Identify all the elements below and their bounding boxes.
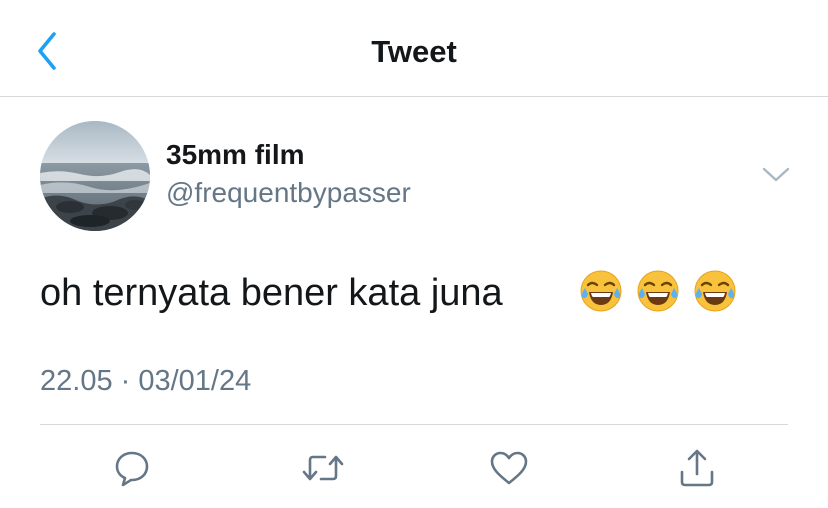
tweet-text: oh ternyata bener kata juna [40,272,503,314]
like-button[interactable] [489,448,529,488]
speech-bubble-icon [115,451,149,487]
chevron-down-icon [762,167,790,182]
beach-photo-icon [40,121,150,231]
user-handle[interactable]: @frequentbypasser [166,176,411,210]
tears-of-joy-emoji [635,268,681,314]
divider [40,424,788,425]
avatar[interactable] [40,121,150,231]
tears-of-joy-emoji [692,268,738,314]
tweet-emojis [578,268,738,316]
more-options-button[interactable] [760,162,792,188]
tweet-timestamp: 22.05 · 03/01/24 [40,365,252,397]
page-title: Tweet [371,34,457,69]
reply-button[interactable] [112,448,152,488]
tears-of-joy-emoji [578,268,624,314]
display-name[interactable]: 35mm film [166,138,305,172]
heart-icon [490,451,528,485]
header-bar: Tweet [0,0,828,97]
retweet-button[interactable] [301,448,344,488]
share-button[interactable] [677,448,717,488]
share-icon [680,449,714,487]
retweet-icon [302,455,344,481]
